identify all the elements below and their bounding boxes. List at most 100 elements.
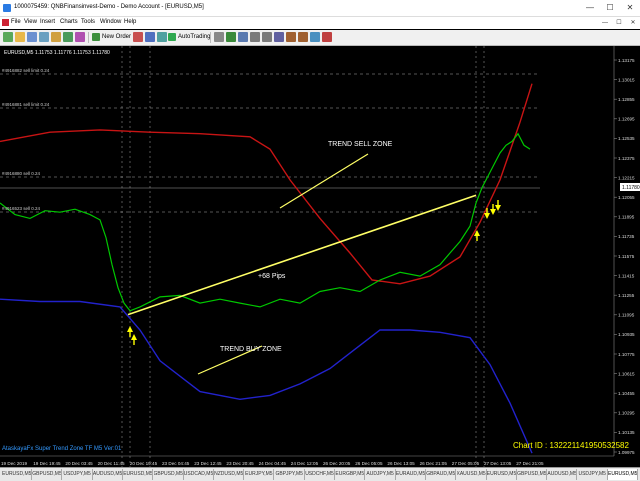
- sell-arrows: [484, 200, 501, 219]
- minimize-button[interactable]: —: [580, 0, 600, 16]
- toolbar: New Order AutoTrading: [0, 30, 640, 46]
- chart-tab[interactable]: EURUSD,M5: [487, 469, 517, 480]
- chart-tab[interactable]: GBPJPY,M5: [275, 469, 305, 480]
- price-tick-label: 1.13175: [618, 58, 635, 63]
- market-watch-icon[interactable]: [27, 32, 37, 42]
- autotrading-button[interactable]: AutoTrading: [167, 31, 210, 43]
- menu-window[interactable]: Window: [100, 19, 121, 25]
- autotrading-label: AutoTrading: [178, 34, 211, 40]
- chart-tab[interactable]: EURAUD,M5: [396, 469, 426, 480]
- chart-tab[interactable]: XAUUSD,M5: [457, 469, 487, 480]
- price-tick-label: 1.11255: [618, 293, 635, 298]
- pips-label: +68 Pips: [258, 273, 286, 280]
- chart-tab[interactable]: EURUSD,M5: [2, 469, 32, 480]
- chart-tab[interactable]: NZDUSD,M5: [214, 469, 245, 480]
- price-chart[interactable]: 1.13175 1.13015 1.12855 1.12695 1.12535 1.123…: [0, 46, 640, 467]
- chart-tab[interactable]: USDJPY,M5: [63, 469, 93, 480]
- price-axis: 1.13175 1.13015 1.12855 1.12695 1.12535 1.123…: [613, 46, 640, 467]
- chart-tab[interactable]: GBPUSD,M5: [32, 469, 63, 480]
- line-chart-icon[interactable]: [238, 32, 248, 42]
- menu-view[interactable]: View: [24, 19, 37, 25]
- new-order-icon: [92, 33, 100, 41]
- chart-area[interactable]: 1.13175 1.13015 1.12855 1.12695 1.12535 1.123…: [0, 46, 640, 467]
- history-icon[interactable]: [157, 32, 167, 42]
- app-logo-icon: [3, 4, 11, 12]
- chart-tab[interactable]: GBPAUD,M5: [426, 469, 457, 480]
- order-levels: [0, 73, 540, 213]
- metaeditor-icon[interactable]: [133, 32, 143, 42]
- price-tick-label: 1.11895: [618, 215, 635, 220]
- new-chart-icon[interactable]: [3, 32, 13, 42]
- time-tick-label: 27 Dec 05:05: [452, 461, 480, 466]
- menu-charts[interactable]: Charts: [60, 19, 78, 25]
- time-tick-label: 27 Dec 21:05: [516, 461, 544, 466]
- chart-shift-icon[interactable]: [286, 32, 296, 42]
- price-tick-label: 1.11575: [618, 254, 635, 259]
- navigator-icon[interactable]: [51, 32, 61, 42]
- title-bar: 1000075459: QNBFinansinvest-Demo - Demo …: [0, 0, 640, 17]
- time-tick-label: 19 Dec 2019: [1, 461, 27, 466]
- window-title: 1000075459: QNBFinansinvest-Demo - Demo …: [14, 4, 204, 10]
- maximize-button[interactable]: ☐: [600, 0, 620, 16]
- menu-file[interactable]: File: [11, 19, 21, 25]
- price-tick-label: 1.10935: [618, 332, 635, 337]
- time-tick-label: 20 Dec 11:45: [98, 461, 125, 466]
- chart-header: EURUSD,M5 1.11753 1.11776 1.11753 1.1178…: [4, 50, 110, 56]
- price-tick-label: 1.12055: [618, 195, 635, 200]
- time-tick-label: 26 Dec 20:05: [323, 461, 351, 466]
- price-tick-label: 1.12535: [618, 136, 635, 141]
- zoom-in-icon[interactable]: [250, 32, 260, 42]
- new-order-label: New Order: [102, 34, 132, 40]
- chart-tab[interactable]: USDJPY,M5: [578, 469, 608, 480]
- menu-bar: File View Insert Charts Tools Window Hel…: [0, 17, 640, 29]
- price-tick-label: 1.11415: [618, 273, 635, 278]
- time-tick-label: 27 Dec 13:05: [484, 461, 512, 466]
- chart-window-icon: [2, 19, 9, 26]
- terminal-icon[interactable]: [63, 32, 73, 42]
- chart-tab[interactable]: EURGBP,M5: [335, 469, 366, 480]
- mdi-controls: — ☐ ✕: [598, 17, 640, 29]
- mdi-restore-button[interactable]: ☐: [612, 17, 626, 29]
- chart-tab[interactable]: EURUSD,M5: [608, 469, 638, 480]
- options-icon[interactable]: [145, 32, 155, 42]
- chart-tab[interactable]: EURUSD,M5: [123, 469, 154, 480]
- indicators-icon[interactable]: [310, 32, 320, 42]
- menu-tools[interactable]: Tools: [81, 19, 95, 25]
- mdi-close-button[interactable]: ✕: [626, 17, 640, 29]
- new-order-button[interactable]: New Order: [91, 31, 131, 43]
- menu-help[interactable]: Help: [124, 19, 136, 25]
- chart-tab[interactable]: AUDJPY,M5: [366, 469, 396, 480]
- order-label-2: #4916881 sell limit 0.24: [2, 102, 50, 107]
- price-tick-label: 1.12215: [618, 175, 635, 180]
- data-window-icon[interactable]: [39, 32, 49, 42]
- price-tick-label: 1.10295: [618, 411, 635, 416]
- chart-tab[interactable]: USDCAD,M5: [184, 469, 214, 480]
- auto-scroll-icon[interactable]: [298, 32, 308, 42]
- candlestick-icon[interactable]: [226, 32, 236, 42]
- strategy-tester-icon[interactable]: [75, 32, 85, 42]
- indicator-name: AtaskayaFx Super Trend Zone TF M5 Ver:01: [2, 446, 122, 452]
- price-tick-label: 1.12695: [618, 117, 635, 122]
- bar-chart-icon[interactable]: [214, 32, 224, 42]
- mdi-minimize-button[interactable]: —: [598, 17, 612, 29]
- chart-id: Chart ID : 1322211419505325​82: [513, 441, 629, 450]
- profiles-icon[interactable]: [15, 32, 25, 42]
- menu-insert[interactable]: Insert: [40, 19, 55, 25]
- time-tick-label: 20 Dec 03:45: [65, 461, 93, 466]
- price-tick-label: 1.12855: [618, 97, 635, 102]
- zoom-out-icon[interactable]: [262, 32, 272, 42]
- time-tick-label: 23 Dec 20:45: [226, 461, 254, 466]
- chart-tab[interactable]: AUDUSD,M5: [547, 469, 578, 480]
- sell-zone-label: TREND SELL ZONE: [328, 141, 393, 148]
- chart-tab[interactable]: GBPUSD,M5: [154, 469, 184, 480]
- chart-tab[interactable]: EURJPY,M5: [244, 469, 275, 480]
- chart-tab[interactable]: GBPUSD,M5: [517, 469, 548, 480]
- chart-tab[interactable]: AUDUSD,M5: [93, 469, 123, 480]
- time-tick-label: 24 Dec 04:45: [259, 461, 287, 466]
- upper-band-line: [0, 83, 533, 285]
- periods-icon[interactable]: [322, 32, 332, 42]
- tile-windows-icon[interactable]: [274, 32, 284, 42]
- close-button[interactable]: ✕: [620, 0, 640, 16]
- window-controls: — ☐ ✕: [580, 0, 640, 16]
- chart-tab[interactable]: USDCHF,M5: [305, 469, 335, 480]
